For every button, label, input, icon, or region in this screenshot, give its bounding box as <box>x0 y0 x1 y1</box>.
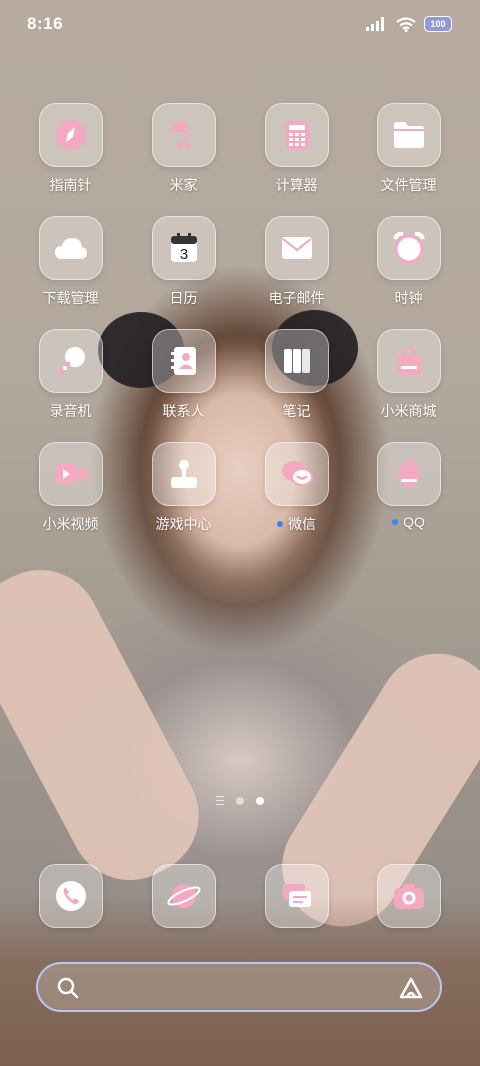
wechat-icon <box>281 461 313 486</box>
status-bar: 8:16 100 <box>0 0 480 50</box>
status-time: 8:16 <box>27 14 64 33</box>
page-dot-active[interactable] <box>256 796 264 805</box>
cloud-icon <box>54 238 87 259</box>
app-label: 微信 <box>288 516 316 532</box>
joystick-icon <box>170 460 197 488</box>
app-contacts[interactable]: 联系人 <box>127 329 240 421</box>
video-icon <box>54 464 87 484</box>
app-compass[interactable]: 指南针 <box>14 103 127 195</box>
app-notes[interactable]: 笔记 <box>240 329 353 421</box>
battery-icon: 100 <box>424 16 452 32</box>
app-calculator[interactable]: 计算器 <box>240 103 353 195</box>
qq-penguin-icon <box>396 460 421 488</box>
app-label: 计算器 <box>275 177 318 193</box>
app-mi-video[interactable]: 小米视频 <box>14 442 127 534</box>
search-bar[interactable] <box>36 962 442 1012</box>
app-label: 录音机 <box>49 403 92 419</box>
app-game-center[interactable]: 游戏中心 <box>127 442 240 534</box>
app-label: QQ <box>403 514 425 530</box>
folder-icon <box>393 122 424 148</box>
app-label: 文件管理 <box>380 177 437 193</box>
app-calendar[interactable]: 3 日历 <box>127 216 240 308</box>
camera-icon <box>393 884 424 909</box>
contacts-book-icon <box>170 347 196 375</box>
app-label: 电子邮件 <box>268 290 325 306</box>
home-screen: 8:16 100 指南针 米家 计算器 文件管理 下载管理 3 日历 电子邮件 … <box>0 0 480 1066</box>
app-email[interactable]: 电子邮件 <box>240 216 353 308</box>
app-file-manager[interactable]: 文件管理 <box>352 103 465 195</box>
app-mijia[interactable]: 米家 <box>127 103 240 195</box>
compass-icon <box>55 120 86 150</box>
app-label: 日历 <box>169 290 198 306</box>
page-indicator[interactable] <box>0 796 480 805</box>
calendar-icon: 3 <box>170 233 197 263</box>
app-wechat[interactable]: 微信 <box>240 442 353 534</box>
page-dot[interactable] <box>236 796 244 805</box>
search-icon[interactable] <box>56 976 80 1000</box>
app-label: 联系人 <box>162 403 205 419</box>
dock-camera[interactable] <box>352 864 465 928</box>
microphone-icon <box>57 347 85 377</box>
app-list-page-icon[interactable] <box>216 796 224 805</box>
calculator-icon <box>284 121 309 149</box>
dock-messages[interactable] <box>240 864 353 928</box>
wifi-icon <box>396 16 416 32</box>
dock-browser[interactable] <box>127 864 240 928</box>
app-label: 指南针 <box>49 177 92 193</box>
app-recorder[interactable]: 录音机 <box>14 329 127 421</box>
mijia-lamp-icon <box>170 121 191 148</box>
notification-dot <box>392 519 399 526</box>
app-label: 时钟 <box>394 290 423 306</box>
notification-dot <box>277 521 283 528</box>
dock-phone[interactable] <box>14 864 127 928</box>
battery-level: 100 <box>430 19 446 29</box>
app-label: 笔记 <box>282 403 311 419</box>
wallpaper-decoration <box>0 548 220 902</box>
app-label: 小米商城 <box>380 403 437 419</box>
shopping-bag-icon <box>396 345 421 375</box>
app-qq[interactable]: QQ <box>352 442 465 530</box>
mail-icon <box>281 237 312 259</box>
notes-icon <box>283 349 310 373</box>
assistant-icon[interactable] <box>398 976 424 1000</box>
app-clock[interactable]: 时钟 <box>352 216 465 308</box>
alarm-clock-icon <box>392 231 425 264</box>
phone-icon <box>55 881 86 911</box>
signal-icon <box>366 17 384 31</box>
app-label: 米家 <box>169 177 198 193</box>
app-label: 小米视频 <box>42 516 99 532</box>
app-mi-store[interactable]: 小米商城 <box>352 329 465 421</box>
browser-planet-icon <box>166 884 201 908</box>
messages-icon <box>282 884 311 907</box>
app-label: 下载管理 <box>42 290 99 306</box>
app-downloads[interactable]: 下载管理 <box>14 216 127 308</box>
calendar-day: 3 <box>179 246 187 263</box>
app-label: 游戏中心 <box>155 516 212 532</box>
